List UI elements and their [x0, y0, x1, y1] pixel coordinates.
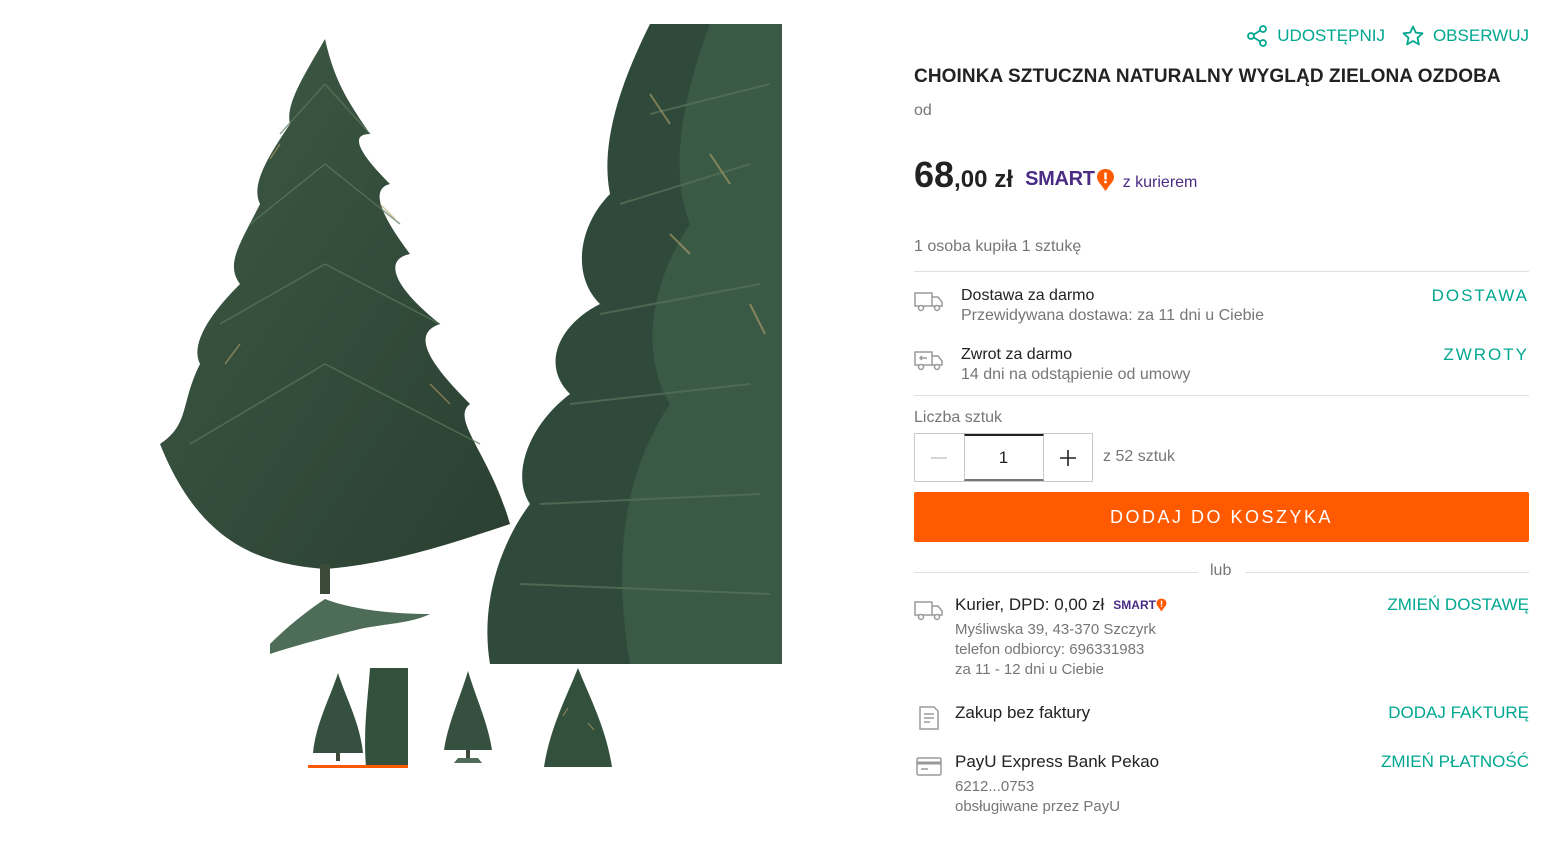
- free-delivery-title: Dostawa za darmo: [961, 287, 1095, 304]
- return-truck-icon: [914, 351, 943, 371]
- share-label: UDOSTĘPNIJ: [1277, 26, 1385, 45]
- thumbnail-strip: [308, 668, 628, 768]
- free-delivery-subtitle: Przewidywana dostawa: za 11 dni u Ciebie: [961, 307, 1264, 324]
- free-return-feature: Zwrot za darmo 14 dni na odstąpienie od …: [914, 345, 1529, 398]
- delivery-method-title: Kurier, DPD: 0,00 zł: [955, 595, 1105, 614]
- thumbnail-tree-image: [418, 668, 518, 767]
- product-page: UDOSTĘPNIJ OBSERWUJ CHOINKA SZTUCZNA NAT…: [0, 0, 1559, 841]
- returns-link[interactable]: ZWROTY: [1443, 345, 1529, 365]
- seller-from-label: od: [914, 102, 932, 119]
- or-separator: lub: [914, 562, 1529, 582]
- quantity-available: z 52 sztuk: [1103, 448, 1176, 465]
- add-invoice-link[interactable]: DODAJ FAKTURĘ: [1388, 703, 1529, 723]
- smart-courier-label: z kurierem: [1122, 174, 1198, 191]
- minus-icon: [931, 456, 948, 459]
- thumbnail-1[interactable]: [308, 668, 408, 768]
- thumbnail-3[interactable]: [528, 668, 628, 767]
- divider: [914, 395, 1529, 396]
- separator-line: [1245, 572, 1529, 573]
- price-decimal: ,00: [954, 166, 988, 193]
- delivery-truck-icon: [914, 292, 943, 312]
- increase-quantity-button[interactable]: [1044, 434, 1093, 481]
- divider: [914, 271, 1529, 272]
- thumbnail-tree-image: [528, 668, 628, 767]
- delivery-phone: telefon odbiorcy: 696331983: [955, 641, 1145, 658]
- payment-card-number: 6212...0753: [955, 778, 1035, 795]
- price-integer: 68: [914, 154, 955, 195]
- credit-card-icon: [916, 757, 942, 776]
- christmas-tree-photo: [150, 24, 782, 664]
- thumbnail-tree-image: [308, 668, 408, 767]
- add-to-cart-button[interactable]: DODAJ DO KOSZYKA: [914, 492, 1529, 542]
- delivery-eta: za 11 - 12 dni u Ciebie: [955, 661, 1104, 678]
- smart-exclamation-icon: [1096, 168, 1114, 191]
- quantity-input[interactable]: [963, 434, 1044, 481]
- share-icon: [1247, 25, 1268, 47]
- separator-line: [914, 572, 1198, 573]
- star-icon: [1402, 25, 1424, 46]
- delivery-option: Kurier, DPD: 0,00 zł SMART Myśliwska 39,…: [914, 595, 1529, 679]
- courier-truck-icon: [914, 601, 943, 621]
- top-actions: UDOSTĘPNIJ OBSERWUJ: [1245, 24, 1529, 48]
- watch-label: OBSERWUJ: [1432, 26, 1529, 45]
- product-info-panel: UDOSTĘPNIJ OBSERWUJ CHOINKA SZTUCZNA NAT…: [914, 0, 1529, 841]
- invoice-title: Zakup bez faktury: [955, 703, 1091, 722]
- document-icon: [919, 706, 939, 730]
- payment-option: PayU Express Bank Pekao 6212...0753 obsł…: [914, 752, 1529, 818]
- smart-exclamation-icon: [1156, 598, 1167, 612]
- free-return-subtitle: 14 dni na odstąpienie od umowy: [961, 366, 1191, 383]
- delivery-address: Myśliwska 39, 43-370 Szczyrk: [955, 621, 1156, 638]
- decrease-quantity-button[interactable]: [915, 434, 964, 481]
- delivery-option-head: Kurier, DPD: 0,00 zł SMART: [955, 595, 1167, 615]
- price-currency: zł: [994, 166, 1014, 193]
- plus-icon: [1059, 449, 1076, 466]
- free-return-title: Zwrot za darmo: [961, 346, 1073, 363]
- or-label: lub: [1210, 562, 1232, 579]
- change-delivery-link[interactable]: ZMIEŃ DOSTAWĘ: [1387, 595, 1529, 615]
- quantity-label: Liczba sztuk: [914, 409, 1003, 426]
- smart-badge-small: SMART: [1113, 598, 1167, 612]
- delivery-link[interactable]: DOSTAWA: [1432, 286, 1529, 306]
- main-product-image[interactable]: [150, 24, 782, 664]
- change-payment-link[interactable]: ZMIEŃ PŁATNOŚĆ: [1381, 752, 1529, 772]
- bought-info: 1 osoba kupiła 1 sztukę: [914, 238, 1082, 255]
- smart-logo-text: SMART: [1113, 598, 1156, 612]
- share-button[interactable]: UDOSTĘPNIJ: [1245, 24, 1385, 48]
- quantity-stepper: [914, 433, 1093, 482]
- product-title: CHOINKA SZTUCZNA NATURALNY WYGLĄD ZIELON…: [914, 66, 1501, 87]
- smart-logo-text: SMART: [1025, 168, 1095, 190]
- free-delivery-feature: Dostawa za darmo Przewidywana dostawa: z…: [914, 286, 1529, 339]
- smart-badge: SMART: [1025, 168, 1115, 192]
- payment-provider: obsługiwane przez PayU: [955, 798, 1121, 815]
- payment-title: PayU Express Bank Pekao: [955, 752, 1160, 771]
- watch-button[interactable]: OBSERWUJ: [1401, 24, 1529, 48]
- thumbnail-2[interactable]: [418, 668, 518, 767]
- price-row: 68 ,00 zł SMART z kurierem: [914, 154, 1197, 196]
- invoice-option: Zakup bez faktury DODAJ FAKTURĘ: [914, 703, 1529, 733]
